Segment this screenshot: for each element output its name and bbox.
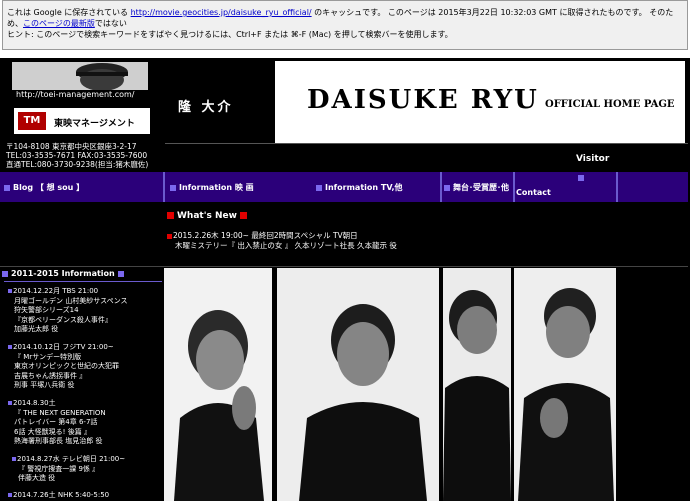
bullet-square-icon xyxy=(8,401,12,405)
nav-divider xyxy=(513,172,515,202)
item-line: 2014.12.22月 TBS 21:00 xyxy=(13,287,99,295)
bullet-square-icon xyxy=(8,493,12,497)
site-subtitle: OFFICIAL HOME PAGE xyxy=(545,99,675,110)
nav-blog-label: Blog 【 想 sou 】 xyxy=(13,183,85,192)
item-line: 熱海署刑事部長 塩見治郎 役 xyxy=(14,437,103,445)
item-line: パトレイバー 第4章 6-7話 xyxy=(14,418,98,426)
whats-new-title: What's New xyxy=(177,211,237,221)
bullet-square-icon xyxy=(117,270,124,277)
nav-blog-link[interactable]: Blog 【 想 sou 】 xyxy=(4,182,84,193)
bullet-square-icon xyxy=(4,184,10,191)
item-line: 『 Mrサンデー特別版 xyxy=(14,352,82,361)
bullet-square-icon xyxy=(578,175,584,181)
item-line: 2014.7.26土 NHK 5:40-5:50 xyxy=(13,491,110,499)
item-line: 2014.8.27水 テレビ朝日 21:00~ xyxy=(17,455,126,463)
portrait-photo-1 xyxy=(164,268,272,501)
latest-version-link[interactable]: このページの最新版 xyxy=(23,19,95,28)
item-line: 狩矢警部シリーズ14 xyxy=(14,306,79,314)
sidebar-list-item: 2014.10.12日 フジTV 21:00~ 『 Mrサンデー特別版 東京オリ… xyxy=(8,343,163,391)
bullet-square-icon xyxy=(8,289,12,293)
item-line: 2014.10.12日 フジTV 21:00~ xyxy=(13,343,114,351)
cache-banner-hint: ヒント: このページで検索キーワードをすばやく見つけるには、Ctrl+F または… xyxy=(7,30,453,39)
bullet-square-icon xyxy=(316,184,322,191)
bullet-square-icon xyxy=(12,457,16,461)
nav-info-movie-link[interactable]: Information 映 画 xyxy=(170,182,254,193)
agency-name: 東映マネージメント xyxy=(54,119,135,129)
agency-panel: http://toei-management.com/ TM 東映マネージメント… xyxy=(2,60,162,170)
sidebar-info: 2011-2015 Information 2014.12.22月 TBS 21… xyxy=(0,267,163,501)
whats-new-entry: 2015.2.26木 19:00~ 最終回2時間スペシャル TV朝日 木曜ミステ… xyxy=(167,231,467,251)
portrait-photo-2 xyxy=(277,268,439,501)
agency-address: 〒104-8108 東京都中央区銀座3-2-17 xyxy=(6,142,137,151)
portrait-photo-3 xyxy=(443,268,511,501)
sidebar-list-item: 2014.8.27水 テレビ朝日 21:00~ 『 警視庁捜査一課 9係 』 伴… xyxy=(12,455,163,484)
sidebar-title-underline xyxy=(4,281,162,282)
cache-banner-line1: これは Google に保存されている http://movie.geociti… xyxy=(7,7,683,29)
agency-logo[interactable]: TM 東映マネージメント xyxy=(14,108,150,134)
whats-new-line2: 木曜ミステリー『 出入禁止の女 』 久本リゾート社長 久本龍示 役 xyxy=(175,241,397,250)
header-divider xyxy=(165,143,688,144)
whats-new-heading: What's New xyxy=(167,211,250,221)
item-line: 刑事 平塚八兵衛 役 xyxy=(14,381,75,389)
cache-banner: これは Google に保存されている http://movie.geociti… xyxy=(2,0,688,50)
nav-info-tv-link[interactable]: Information TV,他 xyxy=(316,182,403,193)
item-line: 『京都ベリーダンス殺人事件』 xyxy=(14,315,112,324)
bullet-square-icon xyxy=(170,184,176,191)
item-line: 6話 大怪獣現る! 後篇 』 xyxy=(14,427,91,436)
item-line: 月曜ゴールデン 山村美紗サスペンス xyxy=(14,296,128,305)
site-title-japanese: 隆 大介 xyxy=(178,100,234,115)
sidebar-list-item: 2014.8.30土 『 THE NEXT GENERATION パトレイバー … xyxy=(8,399,163,447)
item-line: 伴藤大造 役 xyxy=(18,474,56,482)
item-line: 『 警視庁捜査一課 9係 』 xyxy=(18,464,100,473)
item-line: 2014.8.30土 xyxy=(13,399,56,407)
nav-stage-link[interactable]: 舞台･受賞歴･他 xyxy=(444,182,509,193)
cache-text-c: ではない xyxy=(94,19,127,28)
cached-url-link[interactable]: http://movie.geocities.jp/daisuke_ryu_of… xyxy=(131,8,312,17)
item-line: 吉展ちゃん誘拐事件 』 xyxy=(14,371,87,380)
nav-divider xyxy=(440,172,442,202)
toei-logo-icon: TM xyxy=(18,112,46,130)
whats-new-line1: 2015.2.26木 19:00~ 最終回2時間スペシャル TV朝日 xyxy=(173,231,358,240)
site-title: DAISUKE RYU xyxy=(307,85,539,115)
sidebar-title-text: 2011-2015 Information xyxy=(11,269,115,278)
agency-tel: TEL:03-3535-7671 FAX:03-3535-7600 xyxy=(6,151,148,160)
nav-info-movie-label: Information 映 画 xyxy=(179,183,254,192)
nav-divider xyxy=(616,172,618,202)
agency-url-link[interactable]: http://toei-management.com/ xyxy=(16,90,148,102)
header-title-area: DAISUKE RYU OFFICIAL HOME PAGE xyxy=(275,61,685,143)
visitor-label: Visitor xyxy=(576,154,610,164)
sidebar-list-item: 2014.7.26土 NHK 5:40-5:50 xyxy=(8,491,163,501)
bullet-square-icon xyxy=(2,270,8,277)
agency-contact: 〒104-8108 東京都中央区銀座3-2-17 TEL:03-3535-767… xyxy=(6,142,162,169)
item-line: 『 THE NEXT GENERATION xyxy=(14,408,106,417)
agency-portrait-image xyxy=(12,62,148,90)
bullet-square-icon xyxy=(444,184,450,191)
item-line: 東京オリンピックと世紀の大犯罪 xyxy=(14,362,119,370)
nav-stage-label: 舞台･受賞歴･他 xyxy=(453,183,509,192)
agency-direct-tel: 直通TEL:080-3730-9238(担当:猪木麿佐) xyxy=(6,160,149,169)
red-square-icon xyxy=(239,212,247,219)
bullet-square-icon xyxy=(8,345,12,349)
nav-divider xyxy=(163,172,165,202)
sidebar-list-item: 2014.12.22月 TBS 21:00 月曜ゴールデン 山村美紗サスペンス … xyxy=(8,287,163,335)
sidebar-title: 2011-2015 Information xyxy=(2,269,127,278)
cache-text-a: これは Google に保存されている xyxy=(7,8,131,17)
portrait-photo-4 xyxy=(514,268,616,501)
nav-info-tv-label: Information TV,他 xyxy=(325,183,403,192)
item-line: 加藤光太郎 役 xyxy=(14,325,59,333)
red-square-icon xyxy=(167,212,174,219)
nav-contact-link[interactable]: Contact xyxy=(516,188,551,197)
red-square-icon xyxy=(167,233,172,239)
